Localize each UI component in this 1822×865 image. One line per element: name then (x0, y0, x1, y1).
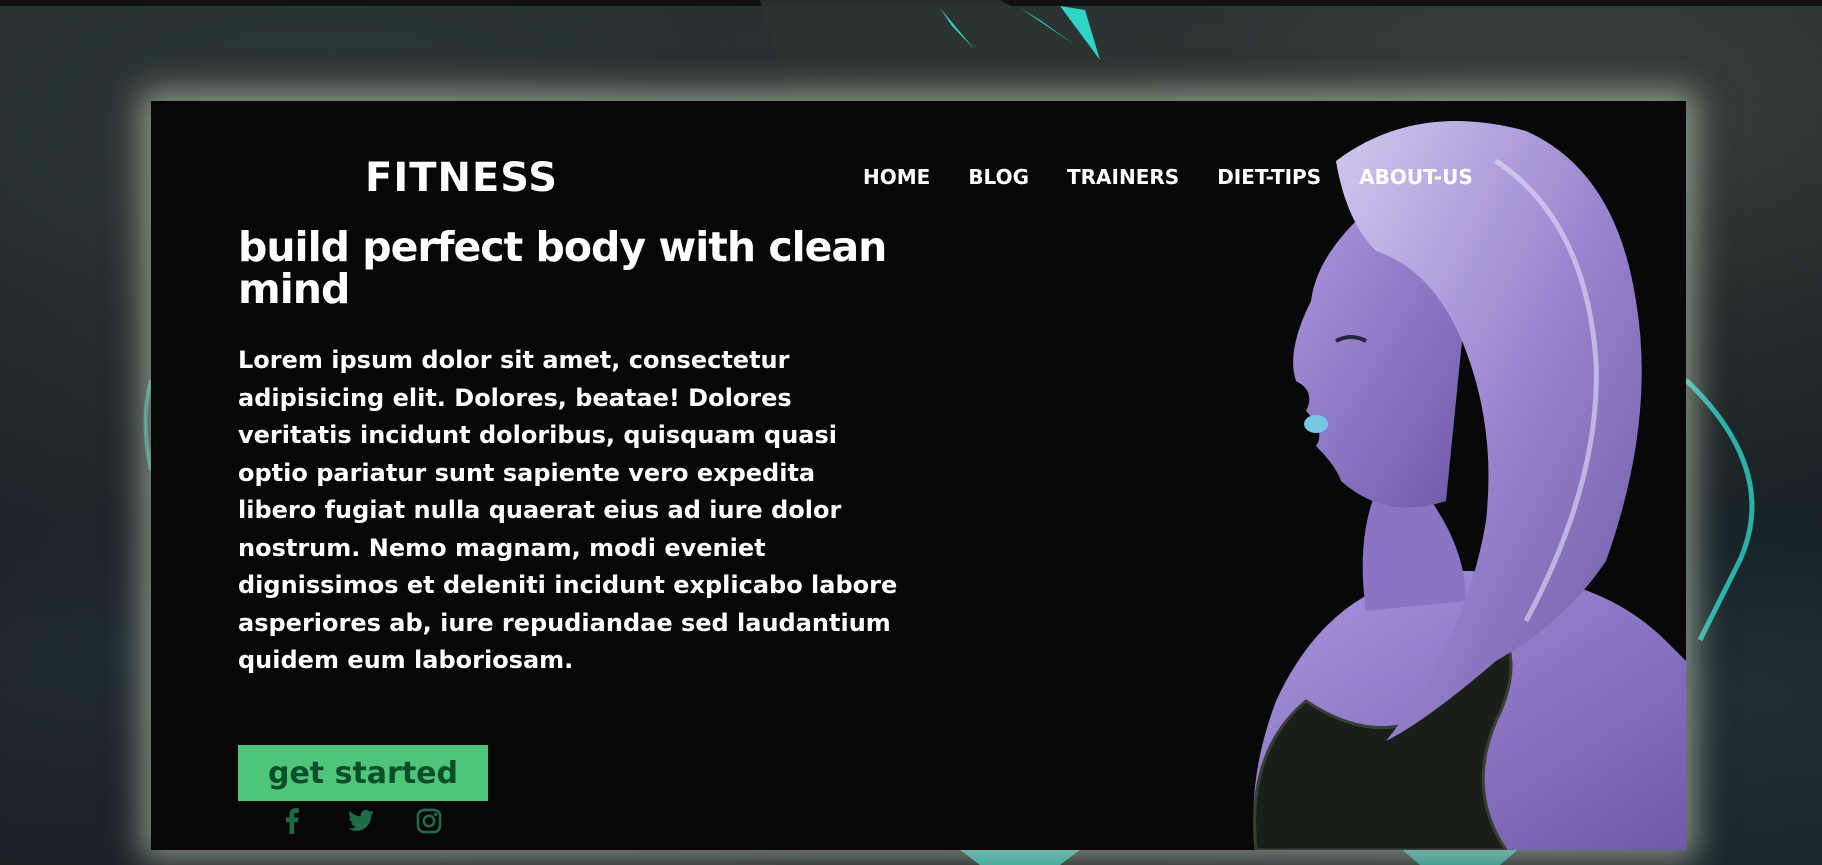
nav-item-home[interactable]: HOME (863, 165, 930, 189)
brand-logo[interactable]: FITNESS (365, 155, 558, 201)
hero-description: Lorem ipsum dolor sit amet, consectetur … (238, 346, 898, 674)
instagram-icon[interactable] (415, 807, 443, 835)
get-started-button[interactable]: get started (238, 745, 488, 801)
nav-item-trainers[interactable]: TRAINERS (1067, 165, 1179, 189)
social-links (279, 807, 443, 835)
main-nav: HOME BLOG TRAINERS DIET-TIPS ABOUT-US (863, 165, 1473, 189)
nav-item-diet-tips[interactable]: DIET-TIPS (1217, 165, 1321, 189)
facebook-icon[interactable] (279, 807, 307, 835)
hero-card: FITNESS HOME BLOG TRAINERS DIET-TIPS ABO… (151, 101, 1686, 850)
page: FITNESS HOME BLOG TRAINERS DIET-TIPS ABO… (0, 0, 1822, 865)
hero-title: build perfect body with clean mind (238, 223, 887, 313)
nav-item-about-us[interactable]: ABOUT-US (1359, 165, 1473, 189)
twitter-icon[interactable] (347, 807, 375, 835)
nav-item-blog[interactable]: BLOG (968, 165, 1029, 189)
athlete-photo (1166, 101, 1686, 850)
